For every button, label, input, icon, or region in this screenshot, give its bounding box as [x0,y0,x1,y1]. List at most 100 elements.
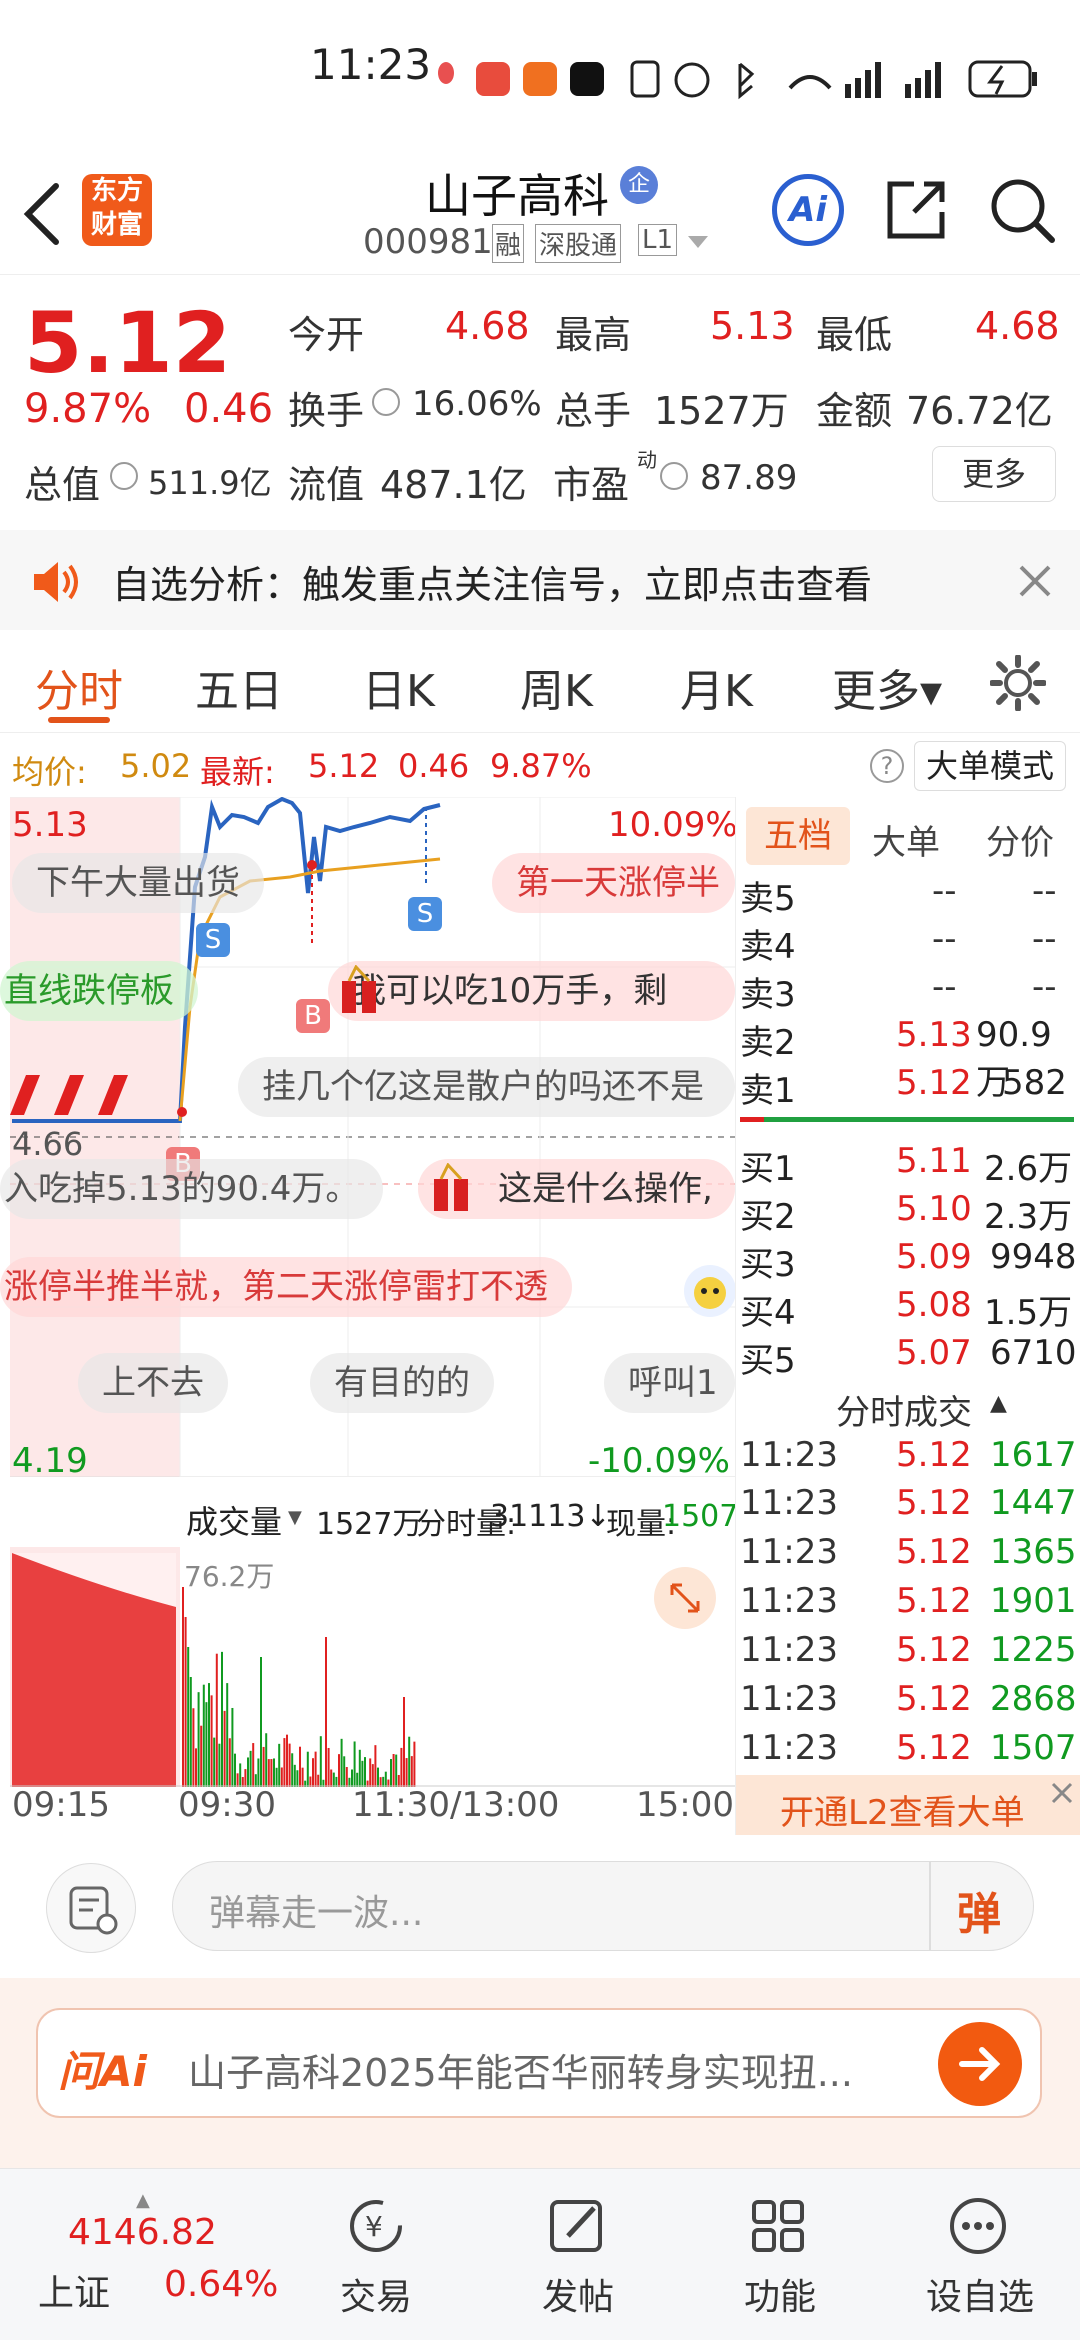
tab-monthly-k[interactable]: 月K [680,655,753,719]
svg-text:¥: ¥ [365,2210,383,2243]
index-pct: 0.64% [164,2264,279,2305]
more-button[interactable]: 更多 [932,446,1056,502]
chevron-up-icon[interactable]: ▲ [990,1391,1007,1416]
ai-submit-button[interactable] [938,2022,1022,2106]
close-icon[interactable] [1050,1781,1074,1805]
volume-peak: 76.2万 [184,1560,275,1593]
bid-row: 买3 5.09 9948 [740,1237,1077,1285]
volume-chart-svg[interactable] [0,1547,735,1787]
volume-bar [231,1707,234,1787]
danmu-input[interactable]: 弹幕走一波... 弹 [172,1861,1034,1951]
volume-bar [390,1759,392,1787]
volume-bar [182,1587,184,1787]
firecracker-icon [342,965,376,1013]
chevron-down-icon[interactable] [686,234,710,250]
tab-five-day[interactable]: 五日 [195,655,283,719]
avatar[interactable] [682,1263,738,1319]
bid-row: 买5 5.07 6710 [740,1333,1077,1381]
volume-bar [262,1746,265,1787]
volume-bar [200,1725,203,1787]
volume-bar [249,1750,252,1787]
volume-bar [192,1708,195,1787]
volume-bar [208,1683,210,1787]
stock-name: 山子高科 [425,169,609,223]
volume-bar [283,1738,286,1787]
help-icon[interactable]: ? [870,749,904,783]
field-value: 87.89 [700,458,798,498]
volume-bar [260,1657,262,1787]
info-icon[interactable] [372,388,400,416]
chart-tabs: 分时 五日 日K 周K 月K 更多▾ [0,633,1080,733]
latest-value: 5.12 [308,747,380,785]
volume-bar [187,1647,190,1787]
nav-post[interactable]: 发帖 [516,2168,636,2340]
field-value: 487.1亿 [380,463,527,507]
chevron-down-icon[interactable]: ▼ [288,1507,302,1528]
trade-row: 11:23 5.12 1901 [740,1581,1077,1621]
tab-price-dist[interactable]: 分价 [986,815,1054,864]
share-icon[interactable] [884,178,948,242]
ask-row: 卖3 -- -- [740,967,1057,1015]
buy-marker[interactable]: B [296,999,330,1033]
ai-question-text: 山子高科2025年能否华丽转身实现扭... [188,2051,853,2095]
info-icon[interactable] [660,462,688,490]
system-status-icons [630,60,1037,100]
trade-row: 11:23 5.12 1225 [740,1630,1077,1670]
volume-total: 1527万 [316,1507,423,1542]
volume-bar [265,1733,268,1787]
analysis-banner[interactable]: 自选分析：触发重点关注信号，立即点击查看 [0,530,1080,630]
expand-button[interactable] [654,1567,716,1629]
nav-functions[interactable]: 功能 [718,2168,838,2340]
tab-daily-k[interactable]: 日K [362,655,435,719]
tab-more[interactable]: 更多▾ [832,655,942,719]
close-icon[interactable] [1018,564,1052,598]
app-notification-icon [476,62,510,96]
ai-question-input[interactable]: 问Ai 山子高科2025年能否华丽转身实现扭... [36,2008,1042,2118]
volume-bar [215,1653,218,1787]
stock-code: 000981 [363,222,493,262]
divider [929,1862,931,1950]
sell-marker[interactable]: S [408,897,442,931]
y-axis-bottom: 4.19 [12,1441,88,1481]
volume-bar [400,1747,403,1787]
volume-bar [195,1748,197,1787]
danmu-settings-button[interactable] [46,1863,136,1953]
avg-price-label: 均价: [12,753,87,791]
expand-icon [670,1583,700,1613]
time-label: 09:15 [12,1785,110,1825]
tab-big-order[interactable]: 大单 [872,815,940,864]
tab-intraday[interactable]: 分时 [35,655,123,719]
fire-sticker-icon [10,1075,128,1115]
volume-bar [247,1757,249,1787]
back-icon[interactable] [20,182,64,246]
ai-button[interactable]: Ai [772,174,844,246]
field-label: 最低 [816,313,893,357]
search-icon[interactable] [988,176,1056,244]
settings-gear-icon[interactable] [990,655,1046,711]
sell-marker[interactable]: S [196,923,230,957]
danmu-message: 直线跌停板 [0,961,198,1021]
l2-promo-bar[interactable]: 开通L2查看大单 [736,1775,1080,1835]
tab-indicator [48,717,110,723]
volume-bar [202,1684,205,1787]
volume-selector[interactable]: 成交量 [186,1497,282,1543]
big-order-mode-button[interactable]: 大单模式 [914,741,1066,791]
volume-bar [332,1772,335,1787]
ai-question-bar: 问Ai 山子高科2025年能否华丽转身实现扭... [0,1978,1080,2168]
info-icon[interactable] [110,462,138,490]
nav-add-watchlist[interactable]: 设自选 [920,2168,1040,2340]
field-label: 最高 [555,313,632,357]
trades-title[interactable]: 分时成交 [836,1385,972,1434]
index-widget[interactable]: 4146.82 ▲ 上证 0.64% [20,2168,280,2340]
intraday-chart: 均价: 5.02 最新: 5.12 0.46 9.87% ? 大单模式 5.13… [0,735,1080,1837]
tab-five-level[interactable]: 五档 [746,807,850,865]
field-value: 4.68 [975,304,1060,348]
bid-row: 买2 5.10 2.3万 [740,1189,1073,1237]
danmu-message: 入吃掉5.13的90.4万。 [0,1159,384,1219]
send-danmu-button[interactable]: 弹 [957,1878,1001,1942]
field-label: 今开 [288,313,365,357]
volume-bar [319,1736,322,1787]
volume-bar [343,1756,346,1787]
nav-trade[interactable]: ¥ 交易 [314,2168,434,2340]
tab-weekly-k[interactable]: 周K [520,655,593,719]
